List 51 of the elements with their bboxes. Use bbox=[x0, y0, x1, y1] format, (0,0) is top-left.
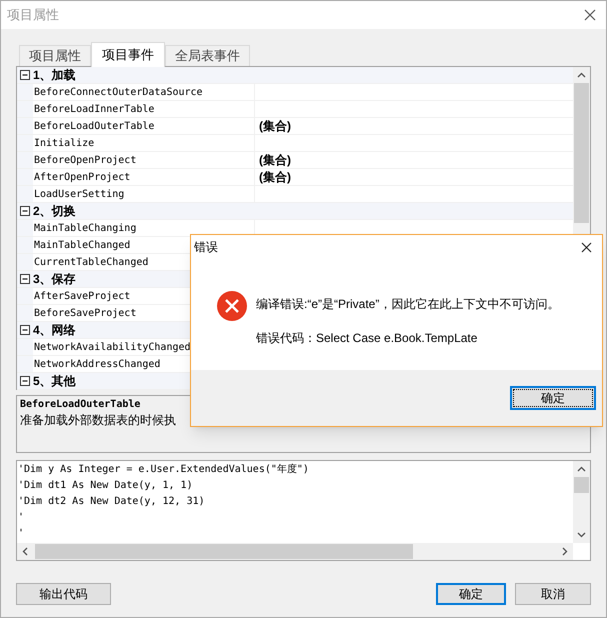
category-label: 4、网络 bbox=[33, 322, 76, 339]
window-title: 项目属性 bbox=[7, 6, 59, 24]
code-line: ' bbox=[18, 511, 26, 525]
property-name[interactable]: BeforeOpenProject bbox=[33, 152, 255, 168]
category-label: 5、其他 bbox=[33, 373, 76, 390]
scrollbar-thumb[interactable] bbox=[35, 544, 413, 559]
property-value[interactable]: (集合) bbox=[255, 118, 291, 134]
scroll-right-icon[interactable] bbox=[562, 547, 568, 556]
error-message: 编译错误:“e”是“Private”，因此它在此上下文中不可访问。 bbox=[256, 296, 560, 313]
dialog-button[interactable]: 输出代码 bbox=[16, 583, 111, 605]
description-text: 准备加载外部数据表的时候执 bbox=[20, 412, 177, 428]
close-icon[interactable] bbox=[581, 242, 592, 252]
ok-button[interactable]: 确定 bbox=[510, 386, 596, 410]
collapse-icon[interactable] bbox=[20, 376, 30, 386]
error-code-text: 错误代码：Select Case e.Book.TempLate bbox=[256, 330, 478, 347]
scrollbar-thumb[interactable] bbox=[574, 477, 589, 493]
dialog-button[interactable]: 取消 bbox=[515, 583, 591, 605]
collapse-icon[interactable] bbox=[20, 70, 30, 80]
horizontal-scrollbar[interactable] bbox=[17, 543, 573, 560]
dialog-title: 错误 bbox=[194, 239, 218, 256]
collapse-icon[interactable] bbox=[20, 274, 30, 284]
property-name[interactable]: AfterOpenProject bbox=[33, 169, 255, 185]
property-value[interactable]: (集合) bbox=[255, 169, 291, 185]
scrollbar-thumb[interactable] bbox=[574, 83, 589, 223]
code-line: 'Dim dt2 As New Date(y, 12, 31) bbox=[18, 495, 206, 509]
tab[interactable]: 全局表事件 bbox=[165, 45, 250, 66]
tab[interactable]: 项目事件 bbox=[91, 42, 165, 67]
code-line: 'Dim dt1 As New Date(y, 1, 1) bbox=[18, 479, 194, 493]
scroll-up-icon[interactable] bbox=[577, 466, 586, 472]
property-name[interactable]: LoadUserSetting bbox=[33, 186, 255, 202]
category-label: 3、保存 bbox=[33, 271, 76, 288]
scroll-left-icon[interactable] bbox=[22, 547, 28, 556]
vertical-scrollbar[interactable] bbox=[573, 461, 590, 543]
tab[interactable]: 项目属性 bbox=[19, 45, 91, 66]
category-label: 2、切换 bbox=[33, 203, 76, 220]
close-icon[interactable] bbox=[584, 9, 596, 21]
code-editor[interactable]: 'Dim y As Integer = e.User.ExtendedValues("年度") 'Dim dt1 As New Date(y, 1, 1) 'Dim dt2 As New Date(y, 12, 31) ' ' bbox=[16, 460, 591, 561]
category-label: 1、加载 bbox=[33, 67, 76, 84]
property-name[interactable]: Initialize bbox=[33, 135, 255, 151]
property-name[interactable]: BeforeConnectOuterDataSource bbox=[33, 84, 255, 100]
collapse-icon[interactable] bbox=[20, 325, 30, 335]
dialog-button[interactable]: 确定 bbox=[436, 583, 506, 605]
property-value[interactable]: (集合) bbox=[255, 152, 291, 168]
code-line: 'Dim y As Integer = e.User.ExtendedValues("年度") bbox=[18, 462, 310, 477]
property-name[interactable]: BeforeLoadOuterTable bbox=[33, 118, 255, 134]
collapse-icon[interactable] bbox=[20, 206, 30, 216]
error-icon bbox=[217, 291, 247, 321]
scroll-down-icon[interactable] bbox=[577, 532, 586, 538]
property-name[interactable]: BeforeLoadInnerTable bbox=[33, 101, 255, 117]
code-line: ' bbox=[18, 527, 26, 541]
scroll-up-icon[interactable] bbox=[577, 72, 586, 78]
